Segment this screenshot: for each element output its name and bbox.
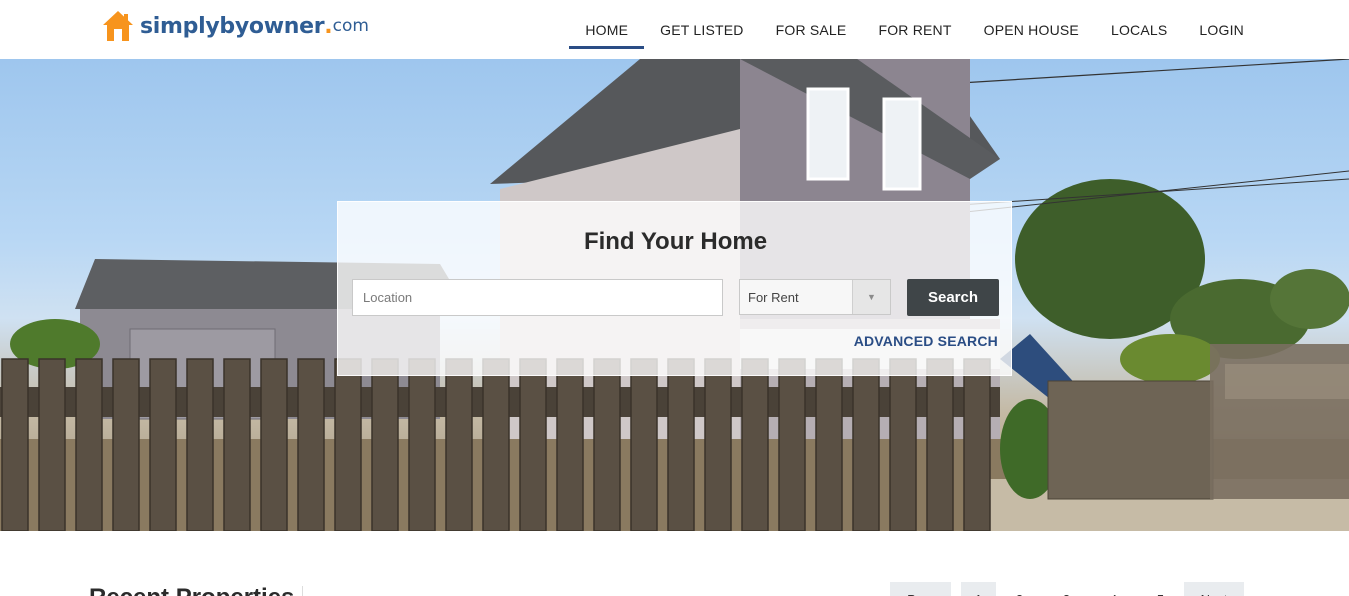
location-input[interactable] xyxy=(352,279,723,316)
pager-page-4[interactable]: 4 xyxy=(1090,582,1137,596)
fence-picket xyxy=(223,358,251,531)
brand-dot: . xyxy=(324,13,333,39)
search-title: Find Your Home xyxy=(583,228,768,255)
fence-picket xyxy=(889,358,917,531)
brand-tld: com xyxy=(332,16,369,36)
fence-picket xyxy=(815,358,843,531)
caret-down-icon[interactable]: ▼ xyxy=(852,280,890,314)
nav-home[interactable]: HOME xyxy=(569,0,644,59)
fence-picket xyxy=(38,358,66,531)
fence-picket xyxy=(408,358,436,531)
fence-picket xyxy=(778,358,806,531)
nav-open-house[interactable]: OPEN HOUSE xyxy=(968,0,1095,59)
search-button[interactable]: Search xyxy=(907,279,999,316)
fence-picket xyxy=(704,358,732,531)
fence-picket xyxy=(926,358,954,531)
pager-prev[interactable]: Prev xyxy=(890,582,951,596)
pager-page-3[interactable]: 3 xyxy=(1043,582,1090,596)
listing-type-value: For Rent xyxy=(748,289,799,305)
recent-properties-title: Recent Properties xyxy=(89,584,294,596)
fence-picket xyxy=(112,358,140,531)
pagination: Prev 1 2 3 4 5 Next xyxy=(890,582,1244,596)
pager-page-1[interactable]: 1 xyxy=(961,582,996,596)
fence-picket xyxy=(482,358,510,531)
main-nav: HOME GET LISTED FOR SALE FOR RENT OPEN H… xyxy=(569,0,1260,59)
fence-picket xyxy=(593,358,621,531)
fence-picket xyxy=(667,358,695,531)
fence-picket xyxy=(852,358,880,531)
nav-login[interactable]: LOGIN xyxy=(1183,0,1260,59)
listing-type-select[interactable]: For Rent ▼ xyxy=(739,279,891,315)
nav-for-rent[interactable]: FOR RENT xyxy=(862,0,967,59)
fence-picket xyxy=(371,358,399,531)
fence-picket xyxy=(963,358,991,531)
fence-picket xyxy=(1,358,29,531)
brand-name: simplybyowner xyxy=(140,13,325,39)
fence-picket xyxy=(75,358,103,531)
fence-picket xyxy=(741,358,769,531)
fence-picket xyxy=(445,358,473,531)
advanced-search-link[interactable]: ADVANCED SEARCH xyxy=(854,333,998,349)
fence-picket xyxy=(630,358,658,531)
logo[interactable]: simplybyowner. com xyxy=(100,8,369,44)
fence-picket xyxy=(556,358,584,531)
fence-picket xyxy=(519,358,547,531)
fence-picket xyxy=(260,358,288,531)
pager-next[interactable]: Next xyxy=(1184,582,1244,596)
pager-page-5[interactable]: 5 xyxy=(1137,582,1184,596)
search-panel: Find Your Home For Rent ▼ Search ADVANCE… xyxy=(337,201,1012,376)
house-icon xyxy=(103,11,133,41)
title-divider xyxy=(302,586,303,596)
fence-picket xyxy=(149,358,177,531)
nav-for-sale[interactable]: FOR SALE xyxy=(760,0,863,59)
nav-get-listed[interactable]: GET LISTED xyxy=(644,0,759,59)
fence-picket xyxy=(297,358,325,531)
fence-picket xyxy=(186,358,214,531)
nav-locals[interactable]: LOCALS xyxy=(1095,0,1183,59)
pager-page-2[interactable]: 2 xyxy=(996,582,1043,596)
site-header: simplybyowner. com HOME GET LISTED FOR SA… xyxy=(0,0,1349,59)
hero-banner: Find Your Home For Rent ▼ Search ADVANCE… xyxy=(0,59,1349,531)
fence-picket xyxy=(334,358,362,531)
